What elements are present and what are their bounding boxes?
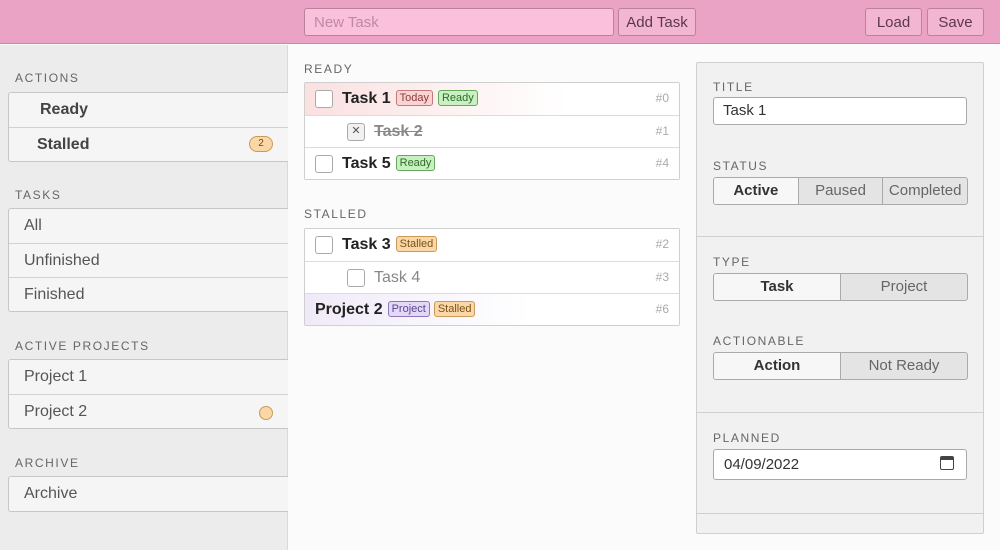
stalled-task-list: Task 3 Stalled #2 Task 4 #3 Project 2 Proj… <box>304 228 680 326</box>
sidebar-item-label: Unfinished <box>24 252 100 269</box>
type-label: TYPE <box>713 255 751 269</box>
task-title: Task 1 Today Ready <box>342 83 478 114</box>
project-title: Project 2 Project Stalled <box>315 294 476 325</box>
sidebar-item-stalled[interactable]: Stalled 2 <box>9 127 288 161</box>
sidebar-item-project-1[interactable]: Project 1 <box>9 360 288 394</box>
sidebar-item-all[interactable]: All <box>9 209 288 243</box>
sidebar-item-project-2[interactable]: Project 2 <box>9 394 288 428</box>
task-title: Task 5 Ready <box>342 148 436 179</box>
sidebar-item-label: Finished <box>24 286 85 303</box>
type-task-button[interactable]: Task <box>714 274 840 300</box>
stalled-tag: Stalled <box>395 236 438 252</box>
sidebar: ACTIONS Ready Stalled 2 TASKS All Unfini… <box>0 45 288 550</box>
divider <box>697 513 983 514</box>
sidebar-item-label: Project 1 <box>24 368 88 385</box>
sidebar-item-label: All <box>24 217 42 234</box>
today-tag: Today <box>395 90 433 106</box>
planned-label: PLANNED <box>713 431 781 445</box>
archive-heading: ARCHIVE <box>15 456 80 470</box>
sidebar-item-label: Archive <box>24 485 78 502</box>
task-id: #2 <box>655 237 669 251</box>
task-checkbox[interactable] <box>315 236 333 254</box>
type-selector: Task Project <box>713 273 968 301</box>
task-title: Task 3 Stalled <box>342 229 438 260</box>
status-active-button[interactable]: Active <box>714 178 798 204</box>
planned-date-value: 04/09/2022 <box>724 456 800 473</box>
ready-task-list: Task 1 Today Ready #0 ✕ Task 2 #1 Task 5 Re… <box>304 82 680 180</box>
actions-group: Ready Stalled 2 <box>8 92 288 162</box>
actionable-selector: Action Not Ready <box>713 352 968 380</box>
load-button[interactable]: Load <box>865 8 922 36</box>
add-task-button[interactable]: Add Task <box>618 8 696 36</box>
status-selector: Active Paused Completed <box>713 177 968 205</box>
calendar-icon[interactable] <box>940 456 954 470</box>
task-id: #1 <box>655 124 669 138</box>
divider <box>697 412 983 413</box>
task-row[interactable]: Task 1 Today Ready #0 <box>305 83 679 115</box>
ready-tag: Ready <box>395 155 436 171</box>
title-input[interactable]: Task 1 <box>713 97 967 125</box>
type-project-button[interactable]: Project <box>840 274 967 300</box>
task-row[interactable]: Task 4 #3 <box>305 261 679 293</box>
stalled-tag: Stalled <box>433 301 476 317</box>
ready-list-heading: READY <box>304 62 354 76</box>
task-row[interactable]: Task 5 Ready #4 <box>305 147 679 179</box>
task-checkbox[interactable] <box>315 90 333 108</box>
actionable-action-button[interactable]: Action <box>714 353 840 379</box>
task-id: #0 <box>655 91 669 105</box>
sidebar-item-finished[interactable]: Finished <box>9 277 288 311</box>
planned-date-input[interactable]: 04/09/2022 <box>713 449 967 480</box>
x-mark-icon[interactable]: ✕ <box>347 123 365 141</box>
stalled-list-heading: STALLED <box>304 207 368 221</box>
active-projects-heading: ACTIVE PROJECTS <box>15 339 150 353</box>
top-toolbar: Add Task Load Save <box>0 0 1000 44</box>
task-id: #4 <box>655 156 669 170</box>
task-checkbox[interactable] <box>347 269 365 287</box>
task-id: #3 <box>655 270 669 284</box>
ready-tag: Ready <box>437 90 478 106</box>
sidebar-item-label: Project 2 <box>24 403 88 420</box>
new-task-input[interactable] <box>304 8 614 36</box>
sidebar-item-label: Ready <box>40 101 89 118</box>
status-completed-button[interactable]: Completed <box>882 178 967 204</box>
task-title: Task 2 <box>374 123 423 140</box>
actions-heading: ACTIONS <box>15 71 80 85</box>
task-checkbox[interactable] <box>315 155 333 173</box>
sidebar-item-label: Stalled <box>37 136 90 153</box>
status-label: STATUS <box>713 159 769 173</box>
archive-group: Archive <box>8 476 288 512</box>
title-label: TITLE <box>713 80 754 94</box>
sidebar-item-ready[interactable]: Ready <box>9 93 288 127</box>
task-detail-panel: TITLE Task 1 STATUS Active Paused Comple… <box>696 62 984 534</box>
stalled-indicator-dot <box>259 406 273 420</box>
sidebar-item-unfinished[interactable]: Unfinished <box>9 243 288 277</box>
task-title: Task 4 <box>374 269 421 286</box>
project-tag: Project <box>387 301 430 317</box>
save-button[interactable]: Save <box>927 8 984 36</box>
status-paused-button[interactable]: Paused <box>797 178 883 204</box>
task-row[interactable]: ✕ Task 2 #1 <box>305 115 679 147</box>
tasks-group: All Unfinished Finished <box>8 208 288 312</box>
project-row[interactable]: Project 2 Project Stalled #6 <box>305 293 679 325</box>
actionable-not-ready-button[interactable]: Not Ready <box>840 353 967 379</box>
tasks-heading: TASKS <box>15 188 62 202</box>
projects-group: Project 1 Project 2 <box>8 359 288 429</box>
task-row[interactable]: Task 3 Stalled #2 <box>305 229 679 261</box>
task-id: #6 <box>655 302 669 316</box>
divider <box>697 236 983 237</box>
sidebar-item-archive[interactable]: Archive <box>9 477 288 511</box>
actionable-label: ACTIONABLE <box>713 334 806 348</box>
stalled-count-badge: 2 <box>249 136 273 152</box>
